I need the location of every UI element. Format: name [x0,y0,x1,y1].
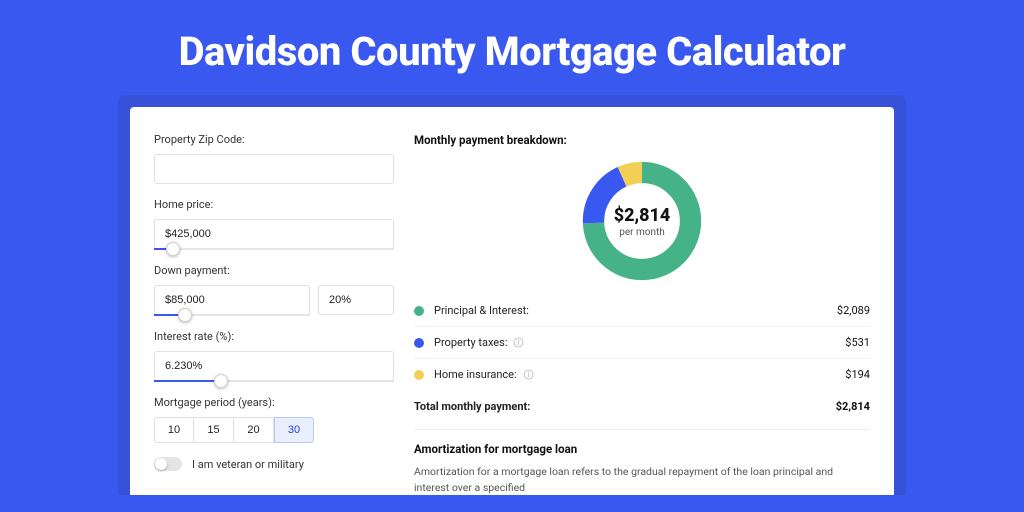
info-icon[interactable] [513,337,524,348]
amortization-title: Amortization for mortgage loan [414,442,870,456]
period-option-20[interactable]: 20 [234,417,274,443]
legend-value: $2,089 [837,304,870,317]
rate-field: Interest rate (%): [154,330,394,382]
downpayment-percent-input[interactable] [318,285,394,315]
price-label: Home price: [154,198,394,211]
donut-wrap: $2,814 per month [414,151,870,295]
downpayment-label: Down payment: [154,264,394,277]
legend-label: Home insurance: [434,368,517,381]
legend-dot [414,370,424,380]
legend-row: Principal & Interest: $2,089 [414,295,870,327]
period-option-10[interactable]: 10 [154,417,194,443]
total-label: Total monthly payment: [414,400,530,413]
legend-dot [414,306,424,316]
calculator-card: Property Zip Code: Home price: Down paym… [130,107,894,495]
page-title: Davidson County Mortgage Calculator [0,28,1024,75]
info-icon[interactable] [523,369,534,380]
breakdown-legend: Principal & Interest: $2,089 Property taxe… [414,295,870,390]
period-option-30[interactable]: 30 [274,417,314,443]
zip-label: Property Zip Code: [154,133,394,146]
donut-amount: $2,814 [614,205,671,226]
zip-field: Property Zip Code: [154,133,394,184]
veteran-row: I am veteran or military [154,457,394,471]
legend-dot [414,338,424,348]
payment-donut-chart: $2,814 per month [578,157,706,285]
veteran-toggle[interactable] [154,457,182,471]
amortization-text: Amortization for a mortgage loan refers … [414,464,870,496]
breakdown-column: Monthly payment breakdown: $2,814 per mo… [414,133,870,483]
legend-row: Property taxes: $531 [414,327,870,359]
price-input[interactable] [154,219,394,249]
rate-label: Interest rate (%): [154,330,394,343]
legend-label: Principal & Interest: [434,304,529,317]
legend-row: Home insurance: $194 [414,359,870,390]
donut-center: $2,814 per month [578,157,706,285]
downpayment-field: Down payment: [154,264,394,316]
rate-input[interactable] [154,351,394,381]
downpayment-slider[interactable] [154,314,310,316]
legend-value: $194 [845,368,870,381]
breakdown-title: Monthly payment breakdown: [414,133,870,147]
price-slider[interactable] [154,248,394,250]
total-row: Total monthly payment: $2,814 [414,390,870,425]
rate-slider[interactable] [154,380,394,382]
price-field: Home price: [154,198,394,250]
zip-input[interactable] [154,154,394,184]
donut-sub: per month [619,227,665,238]
inputs-column: Property Zip Code: Home price: Down paym… [154,133,394,483]
period-field: Mortgage period (years): 10152030 [154,396,394,443]
period-option-15[interactable]: 15 [194,417,234,443]
amortization-section: Amortization for mortgage loan Amortizat… [414,429,870,496]
period-options: 10152030 [154,417,394,443]
period-label: Mortgage period (years): [154,396,394,409]
downpayment-amount-input[interactable] [154,285,310,315]
veteran-label: I am veteran or military [192,458,304,471]
calculator-panel: Property Zip Code: Home price: Down paym… [118,95,906,495]
legend-label: Property taxes: [434,336,507,349]
total-value: $2,814 [836,400,870,413]
legend-value: $531 [845,336,870,349]
